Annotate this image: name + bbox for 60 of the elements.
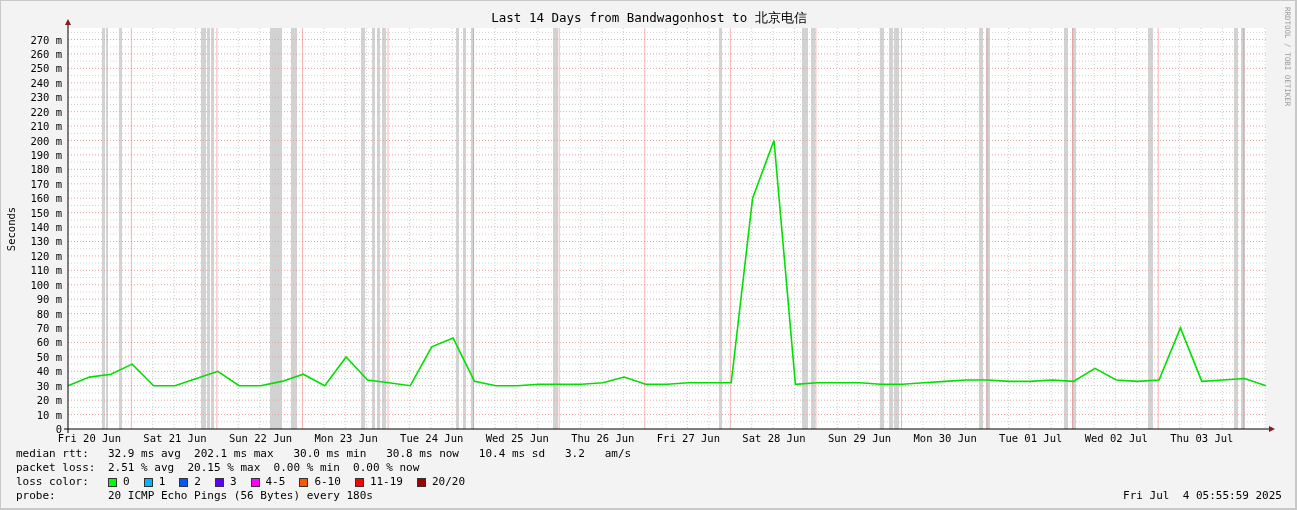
legend-label: median rtt: <box>16 447 90 461</box>
x-tick-label: Mon 30 Jun <box>913 432 977 444</box>
y-tick-label: 270 m <box>30 33 62 46</box>
probe-description: 20 ICMP Echo Pings (56 Bytes) every 180s <box>108 489 373 503</box>
y-tick-label: 80 m <box>36 307 62 320</box>
median-rtt-stats: 32.9 ms avg 202.1 ms max 30.0 ms min 30.8 ms now 10.4 ms sd 3.2 am/s <box>108 447 632 461</box>
x-tick-label: Sat 28 Jun <box>742 432 806 444</box>
y-axis-title: Seconds <box>5 206 17 252</box>
packet-loss-stats: 2.51 % avg 20.15 % max 0.00 % min 0.00 % now <box>108 461 420 475</box>
y-tick-label: 200 m <box>30 134 62 147</box>
chart-title: Last 14 Days from Bandwagonhost to 北京电信 <box>491 10 807 25</box>
y-tick-label: 260 m <box>30 47 62 60</box>
y-tick-label: 0 <box>55 423 62 435</box>
x-tick-label: Sun 22 Jun <box>228 432 293 444</box>
loss-color-label: 11-19 <box>369 475 403 489</box>
y-tick-label: 160 m <box>30 192 62 205</box>
y-tick-label: 10 m <box>36 408 62 421</box>
y-tick-label: 230 m <box>30 91 62 104</box>
x-tick-label: Mon 23 Jun <box>314 432 378 444</box>
x-tick-label: Thu 26 Jun <box>571 432 635 444</box>
y-tick-label: 70 m <box>36 322 62 335</box>
legend-label: probe: <box>16 489 57 503</box>
loss-color-label: 1 <box>158 475 166 489</box>
y-tick-label: 110 m <box>30 264 62 277</box>
y-tick-label: 130 m <box>30 235 62 248</box>
x-tick-label: Fri 20 Jun <box>57 432 121 444</box>
timestamp: Fri Jul 4 05:55:59 2025 <box>1123 489 1282 503</box>
y-tick-label: 50 m <box>36 350 62 363</box>
loss-color-label: 0 <box>123 475 130 489</box>
x-tick-label: Tue 24 Jun <box>400 432 464 444</box>
x-tick-label: Sun 29 Jun <box>827 432 892 444</box>
y-tick-label: 150 m <box>30 206 62 219</box>
legend-label: packet loss: <box>16 461 97 475</box>
loss-color-label: 4-5 <box>265 475 286 489</box>
loss-color-label: 2 <box>194 475 201 489</box>
y-tick-label: 170 m <box>30 177 62 190</box>
x-tick-label: Wed 25 Jun <box>485 432 549 444</box>
y-tick-label: 220 m <box>30 105 62 118</box>
y-tick-label: 240 m <box>30 76 62 89</box>
y-tick-label: 30 m <box>36 379 62 392</box>
y-tick-label: 140 m <box>30 221 62 234</box>
y-tick-label: 210 m <box>30 120 62 133</box>
y-tick-label: 90 m <box>36 293 62 306</box>
x-tick-label: Fri 27 Jun <box>656 432 720 444</box>
x-tick-label: Tue 01 Jul <box>999 432 1063 444</box>
x-tick-label: Wed 02 Jul <box>1084 432 1148 444</box>
loss-color-label: 20/20 <box>432 475 466 489</box>
legend-label: loss color: <box>16 475 90 489</box>
x-tick-label: Thu 03 Jul <box>1170 432 1234 444</box>
y-tick-label: 250 m <box>30 62 62 75</box>
y-tick-label: 120 m <box>30 249 62 262</box>
y-tick-label: 40 m <box>36 365 62 378</box>
y-tick-label: 20 m <box>36 394 62 407</box>
y-tick-label: 180 m <box>30 163 62 176</box>
y-tick-label: 60 m <box>36 336 62 349</box>
loss-color-label: 3 <box>229 475 237 489</box>
loss-color-label: 6-10 <box>314 475 341 489</box>
x-tick-label: Sat 21 Jun <box>143 432 207 444</box>
y-tick-label: 190 m <box>30 148 62 161</box>
y-tick-label: 100 m <box>30 278 62 291</box>
